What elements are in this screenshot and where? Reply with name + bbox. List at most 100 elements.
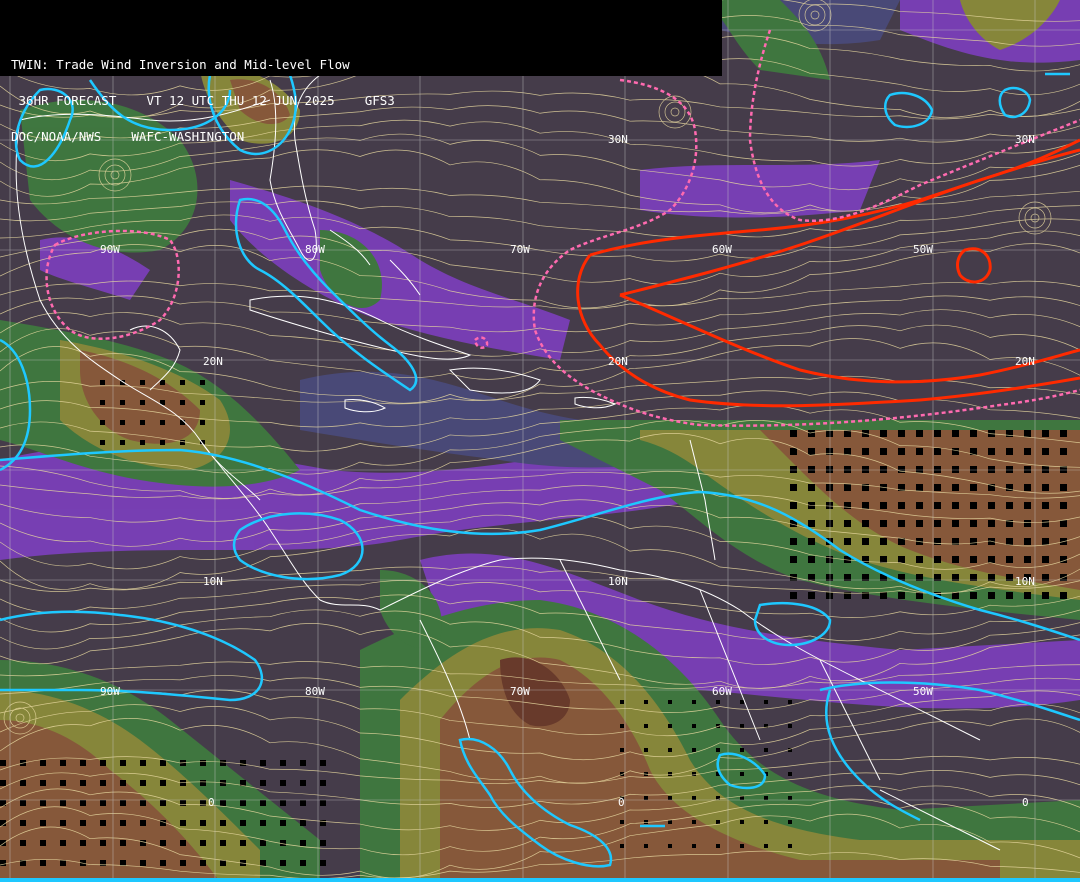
stipple-dot	[790, 592, 797, 599]
stipple-dot	[180, 820, 186, 826]
stipple-dot	[120, 820, 126, 826]
stipple-dot	[788, 724, 792, 728]
stipple-dot	[740, 724, 744, 728]
stipple-dot	[320, 800, 326, 806]
stipple-dot	[790, 502, 797, 509]
stipple-dot	[200, 760, 206, 766]
stipple-dot	[160, 420, 165, 425]
stipple-dot	[916, 556, 923, 563]
stipple-dot	[808, 520, 815, 527]
stipple-dot	[880, 448, 887, 455]
stipple-dot	[1042, 484, 1049, 491]
stipple-dot	[880, 538, 887, 545]
stipple-dot	[80, 840, 86, 846]
stipple-dot	[916, 430, 923, 437]
stipple-dot	[668, 700, 672, 704]
lon-label-70w-top: 70W	[510, 243, 530, 256]
lon-label-80w-top: 80W	[305, 243, 325, 256]
stipple-dot	[1024, 556, 1031, 563]
stipple-dot	[160, 800, 166, 806]
stipple-dot	[970, 538, 977, 545]
stipple-dot	[808, 466, 815, 473]
stipple-dot	[40, 820, 46, 826]
stipple-dot	[740, 748, 744, 752]
stipple-dot	[160, 760, 166, 766]
stipple-dot	[668, 796, 672, 800]
stipple-dot	[808, 538, 815, 545]
stipple-dot	[60, 840, 66, 846]
stipple-dot	[40, 760, 46, 766]
stipple-dot	[826, 502, 833, 509]
stipple-dot	[916, 484, 923, 491]
stipple-dot	[740, 844, 744, 848]
stipple-dot	[970, 466, 977, 473]
stipple-dot	[844, 538, 851, 545]
lat-label-10n-center: 10N	[608, 575, 628, 588]
stipple-dot	[952, 430, 959, 437]
stipple-dot	[826, 466, 833, 473]
stipple-dot	[692, 796, 696, 800]
stipple-dot	[260, 800, 266, 806]
lat-label-20n-center: 20N	[608, 355, 628, 368]
stipple-dot	[788, 844, 792, 848]
stipple-dot	[280, 840, 286, 846]
purple-band	[640, 160, 880, 218]
stipple-dot	[844, 466, 851, 473]
stipple-dot	[644, 844, 648, 848]
stipple-dot	[20, 840, 26, 846]
stipple-dot	[740, 700, 744, 704]
map-header: TWIN: Trade Wind Inversion and Mid-level…	[0, 0, 722, 143]
stipple-dot	[260, 860, 266, 866]
stipple-dot	[1024, 538, 1031, 545]
stipple-dot	[988, 520, 995, 527]
stipple-dot	[880, 430, 887, 437]
stipple-dot	[180, 440, 185, 445]
lat-label-0-right: 0	[1022, 796, 1029, 809]
stipple-dot	[100, 780, 106, 786]
stipple-dot	[80, 800, 86, 806]
stipple-dot	[844, 448, 851, 455]
stipple-dot	[180, 400, 185, 405]
stipple-dot	[200, 840, 206, 846]
stipple-dot	[140, 780, 146, 786]
lon-label-60w-bottom: 60W	[712, 685, 732, 698]
stipple-dot	[788, 700, 792, 704]
stipple-dot	[790, 448, 797, 455]
stipple-dot	[934, 502, 941, 509]
stipple-dot	[970, 556, 977, 563]
stipple-dot	[300, 760, 306, 766]
stipple-dot	[1006, 448, 1013, 455]
stipple-dot	[970, 484, 977, 491]
lat-label-0-center: 0	[618, 796, 625, 809]
stipple-dot	[320, 840, 326, 846]
stipple-dot	[300, 780, 306, 786]
stipple-dot	[620, 700, 624, 704]
stipple-dot	[970, 502, 977, 509]
stipple-dot	[988, 448, 995, 455]
stipple-dot	[862, 538, 869, 545]
stipple-dot	[0, 780, 6, 786]
stipple-dot	[320, 860, 326, 866]
stipple-dot	[764, 748, 768, 752]
stipple-dot	[740, 772, 744, 776]
stipple-dot	[220, 800, 226, 806]
stipple-dot	[120, 420, 125, 425]
lat-label-30n-right: 30N	[1015, 133, 1035, 146]
stipple-dot	[1042, 592, 1049, 599]
stipple-dot	[0, 760, 6, 766]
stipple-dot	[952, 448, 959, 455]
stipple-dot	[862, 520, 869, 527]
stipple-dot	[970, 520, 977, 527]
stipple-dot	[952, 466, 959, 473]
stipple-dot	[790, 556, 797, 563]
stipple-dot	[100, 800, 106, 806]
stipple-dot	[692, 820, 696, 824]
lat-label-20n-right: 20N	[1015, 355, 1035, 368]
stipple-dot	[140, 400, 145, 405]
stipple-dot	[620, 844, 624, 848]
stipple-dot	[916, 466, 923, 473]
stipple-dot	[952, 556, 959, 563]
stipple-dot	[140, 820, 146, 826]
stipple-dot	[808, 556, 815, 563]
stipple-dot	[1024, 484, 1031, 491]
